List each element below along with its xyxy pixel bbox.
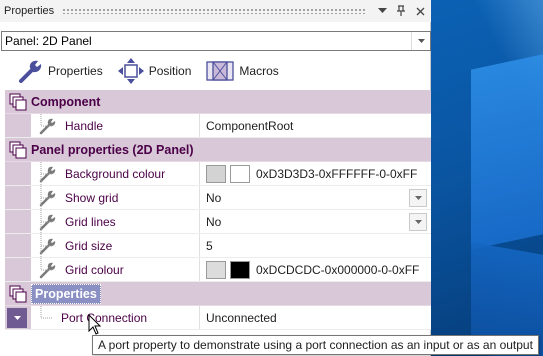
- property-value: Unconnected: [206, 310, 277, 325]
- chevron-down-icon[interactable]: [411, 32, 430, 50]
- chevron-down-icon[interactable]: [409, 189, 427, 207]
- chevron-down-icon[interactable]: [374, 3, 390, 19]
- panel-title: Properties: [4, 5, 55, 17]
- row-gutter: [5, 234, 31, 257]
- properties-panel: Properties Panel: 2D Panel Properties Po…: [0, 0, 431, 356]
- panel-titlebar[interactable]: Properties: [0, 0, 431, 22]
- row-gutter: [5, 186, 31, 209]
- row-gutter: [5, 210, 31, 233]
- property-name: Port Connection: [61, 310, 148, 325]
- property-value: No: [206, 214, 222, 229]
- property-value-cell[interactable]: ComponentRoot: [200, 114, 431, 137]
- colour-swatch-secondary[interactable]: [230, 260, 250, 279]
- property-name-cell: Handle: [31, 114, 200, 137]
- properties-tab-label: Properties: [48, 64, 103, 78]
- property-name: Grid colour: [65, 262, 124, 277]
- row-gutter: [5, 258, 31, 281]
- property-name-cell: Grid size: [31, 234, 200, 258]
- tree-connector: [40, 234, 53, 258]
- category-panel-properties[interactable]: Panel properties (2D Panel): [5, 138, 431, 162]
- tooltip: A port property to demonstrate using a p…: [92, 335, 539, 355]
- property-row-grid-colour[interactable]: Grid colour 0xDCDCDC-0x000000-0-0xFF: [5, 258, 431, 282]
- properties-tab-button[interactable]: Properties: [18, 58, 103, 84]
- property-value-cell[interactable]: 5: [200, 234, 431, 257]
- property-value-cell[interactable]: No: [200, 210, 431, 233]
- property-row-handle[interactable]: Handle ComponentRoot: [5, 114, 431, 138]
- row-gutter: [5, 114, 31, 137]
- tree-connector: [40, 258, 53, 271]
- property-row-port-connection[interactable]: Port Connection Unconnected: [5, 306, 431, 330]
- property-name-cell: Show grid: [31, 186, 200, 210]
- row-gutter: [5, 162, 31, 185]
- category-icon: [5, 93, 31, 111]
- property-name: Handle: [65, 118, 104, 133]
- property-row-show-grid[interactable]: Show grid No: [5, 186, 431, 210]
- property-value-cell[interactable]: 0xDCDCDC-0x000000-0-0xFF: [200, 258, 431, 281]
- category-properties[interactable]: Properties: [5, 282, 431, 306]
- property-row-grid-size[interactable]: Grid size 5: [5, 234, 431, 258]
- property-value: 0xD3D3D3-0xFFFFFF-0-0xFF: [256, 166, 418, 181]
- category-icon: [5, 141, 31, 159]
- property-value: 0xDCDCDC-0x000000-0-0xFF: [256, 262, 420, 277]
- close-icon[interactable]: [412, 3, 428, 19]
- colour-swatch-primary[interactable]: [206, 164, 226, 183]
- property-value: No: [206, 190, 222, 205]
- property-name: Background colour: [65, 166, 166, 181]
- tree-connector: [40, 162, 53, 186]
- property-value: ComponentRoot: [206, 118, 294, 133]
- property-name: Show grid: [65, 190, 119, 205]
- property-name-cell: Port Connection: [31, 306, 200, 329]
- wrench-icon: [19, 60, 42, 83]
- chevron-down-icon[interactable]: [409, 213, 427, 231]
- category-component[interactable]: Component: [5, 90, 431, 114]
- category-label: Properties: [31, 283, 101, 304]
- move-arrows-icon: [117, 58, 144, 84]
- property-row-grid-lines[interactable]: Grid lines No: [5, 210, 431, 234]
- category-label: Component: [31, 94, 101, 109]
- macros-icon: [206, 61, 235, 81]
- category-icon: [5, 285, 31, 303]
- macros-tab-label: Macros: [239, 64, 279, 78]
- property-name-cell: Grid colour: [31, 258, 200, 281]
- position-tab-button[interactable]: Position: [117, 57, 192, 85]
- chevron-down-icon[interactable]: [7, 308, 27, 328]
- pin-icon[interactable]: [393, 3, 409, 19]
- object-selector-dropdown[interactable]: Panel: 2D Panel: [1, 31, 431, 51]
- property-value: 5: [206, 238, 213, 253]
- property-name: Grid lines: [65, 214, 116, 229]
- tooltip-text: A port property to demonstrate using a p…: [98, 338, 533, 352]
- tree-connector: [40, 210, 53, 234]
- macros-tab-button[interactable]: Macros: [205, 59, 279, 83]
- colour-swatch-secondary[interactable]: [230, 164, 250, 183]
- row-gutter: [5, 306, 31, 329]
- mouse-cursor-icon: [88, 314, 102, 335]
- property-name-cell: Background colour: [31, 162, 200, 186]
- titlebar-grip[interactable]: [62, 8, 366, 14]
- property-value-cell[interactable]: Unconnected: [200, 306, 431, 329]
- tree-connector: [40, 114, 53, 127]
- property-value-cell[interactable]: 0xD3D3D3-0xFFFFFF-0-0xFF: [200, 162, 431, 185]
- tree-connector: [40, 306, 53, 319]
- tree-connector: [40, 186, 53, 210]
- desktop-background: [431, 0, 543, 356]
- property-row-background-colour[interactable]: Background colour 0xD3D3D3-0xFFFFFF-0-0x…: [5, 162, 431, 186]
- panel-toolbar: Properties Position Macros: [0, 55, 431, 87]
- property-name-cell: Grid lines: [31, 210, 200, 234]
- colour-swatch-primary[interactable]: [206, 260, 226, 279]
- property-grid: Component Handle ComponentRoot Panel pro…: [5, 90, 431, 330]
- property-name: Grid size: [65, 238, 113, 253]
- property-value-cell[interactable]: No: [200, 186, 431, 209]
- desktop-logo-pane-upper: [471, 50, 543, 250]
- position-tab-label: Position: [148, 64, 192, 78]
- category-label: Panel properties (2D Panel): [31, 142, 194, 157]
- object-selector-value: Panel: 2D Panel: [5, 34, 92, 48]
